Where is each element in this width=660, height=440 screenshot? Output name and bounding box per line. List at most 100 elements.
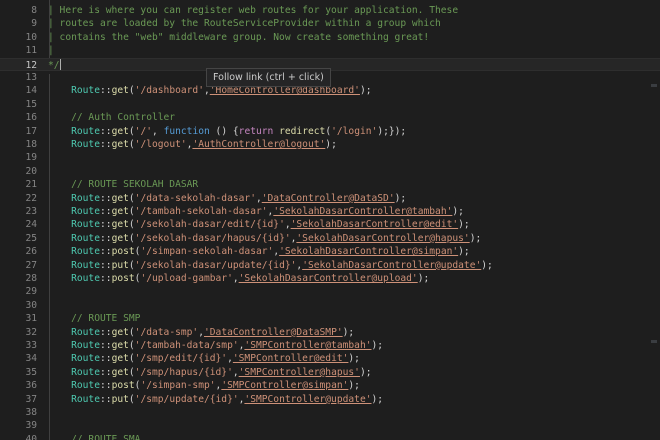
line-code: | bbox=[48, 44, 54, 57]
code-token: post bbox=[111, 273, 135, 284]
controller-link[interactable]: 'SMPController@update' bbox=[244, 394, 371, 405]
controller-link[interactable]: 'DataController@DataSMP' bbox=[204, 327, 343, 338]
line-code: Route::post('/simpan-sekolah-dasar','Sek… bbox=[48, 245, 470, 258]
code-token: */ bbox=[48, 59, 60, 71]
code-line[interactable]: 23 Route::get('/tambah-sekolah-dasar','S… bbox=[0, 205, 660, 218]
code-token: '/sekolah-dasar/edit/{id}' bbox=[134, 219, 285, 231]
controller-link[interactable]: 'HomeController@dashboard' bbox=[210, 85, 360, 96]
code-line[interactable]: 28 Route::post('/upload-gambar','Sekolah… bbox=[0, 272, 660, 285]
controller-link[interactable]: 'SekolahDasarController@tambah' bbox=[273, 206, 452, 217]
controller-link[interactable]: 'SMPController@edit' bbox=[233, 353, 349, 364]
code-line[interactable]: 29 bbox=[0, 285, 660, 298]
code-token: put bbox=[111, 393, 129, 405]
line-code: Route::get('/data-sekolah-dasar','DataCo… bbox=[48, 192, 406, 205]
code-line[interactable]: 9 | routes are loaded by the RouteService… bbox=[0, 17, 660, 30]
code-token: '/simpan-sekolah-dasar' bbox=[140, 246, 274, 258]
code-token: '/data-sekolah-dasar' bbox=[134, 192, 256, 204]
code-line[interactable]: 18 Route::get('/logout','AuthController@… bbox=[0, 138, 660, 151]
code-line[interactable]: 19 bbox=[0, 151, 660, 164]
code-line[interactable]: 38 bbox=[0, 406, 660, 419]
code-line[interactable]: 17 Route::get('/', function () {return r… bbox=[0, 125, 660, 138]
code-line[interactable]: 37 Route::put('/smp/update/{id}','SMPCon… bbox=[0, 393, 660, 406]
code-token: Route bbox=[71, 192, 100, 204]
code-editor[interactable]: 8 | Here is where you can register web ro… bbox=[0, 0, 660, 440]
code-line[interactable]: 21 // ROUTE SEKOLAH DASAR bbox=[0, 178, 660, 191]
code-token: '/' bbox=[134, 125, 152, 137]
controller-link[interactable]: 'AuthController@logout' bbox=[192, 139, 325, 150]
line-number: 40 bbox=[25, 433, 37, 440]
line-number: 31 bbox=[25, 313, 37, 325]
controller-link[interactable]: 'SMPController@hapus' bbox=[239, 367, 360, 378]
code-token: post bbox=[111, 380, 135, 392]
code-token: get bbox=[111, 353, 129, 365]
code-token: function bbox=[163, 125, 210, 137]
code-line[interactable]: 24 Route::get('/sekolah-dasar/edit/{id}'… bbox=[0, 218, 660, 231]
code-line[interactable]: 35 Route::get('/smp/hapus/{id}','SMPCont… bbox=[0, 366, 660, 379]
code-line[interactable]: 34 Route::get('/smp/edit/{id}','SMPContr… bbox=[0, 352, 660, 365]
code-token: Route bbox=[71, 246, 100, 258]
code-token: // Auth Controller bbox=[71, 112, 176, 124]
controller-link[interactable]: 'SekolahDasarController@update' bbox=[302, 260, 481, 271]
line-number: 9 bbox=[31, 18, 37, 30]
code-line[interactable]: 31 // ROUTE SMP bbox=[0, 312, 660, 325]
line-number: 24 bbox=[25, 219, 37, 231]
line-number: 25 bbox=[25, 232, 37, 244]
code-line[interactable]: 26 Route::post('/simpan-sekolah-dasar','… bbox=[0, 245, 660, 258]
code-line[interactable]: 22 Route::get('/data-sekolah-dasar','Dat… bbox=[0, 192, 660, 205]
code-line[interactable]: 30 bbox=[0, 299, 660, 312]
line-number: 14 bbox=[25, 85, 37, 97]
line-code: Route::put('/smp/update/{id}','SMPContro… bbox=[48, 393, 383, 406]
controller-link[interactable]: 'SekolahDasarController@simpan' bbox=[279, 246, 458, 257]
code-line[interactable]: 20 bbox=[0, 165, 660, 178]
code-line[interactable]: 36 Route::post('/simpan-smp','SMPControl… bbox=[0, 379, 660, 392]
code-line[interactable]: 15 bbox=[0, 98, 660, 111]
controller-link[interactable]: 'SekolahDasarController@upload' bbox=[239, 273, 418, 284]
controller-link[interactable]: 'SMPController@tambah' bbox=[244, 340, 371, 351]
code-line[interactable]: 16 // Auth Controller bbox=[0, 111, 660, 124]
code-line[interactable]: 39 bbox=[0, 419, 660, 432]
code-token: '/sekolah-dasar/update/{id}' bbox=[134, 259, 297, 271]
code-token: // ROUTE SMP bbox=[71, 313, 141, 325]
code-token: | contains the "web" middleware group. N… bbox=[48, 31, 430, 43]
controller-link[interactable]: 'SekolahDasarController@edit' bbox=[291, 219, 459, 230]
code-line[interactable]: 25 Route::get('/sekolah-dasar/hapus/{id}… bbox=[0, 232, 660, 245]
line-number: 12 bbox=[25, 59, 37, 71]
code-token: get bbox=[111, 139, 129, 150]
code-token: redirect bbox=[279, 125, 326, 137]
code-line[interactable]: 40 // ROUTE SMA bbox=[0, 433, 660, 440]
line-code: | contains the "web" middleware group. N… bbox=[48, 31, 429, 44]
code-token: Route bbox=[71, 273, 100, 284]
code-token: get bbox=[111, 219, 129, 231]
line-number: 23 bbox=[25, 206, 37, 217]
code-token: :: bbox=[100, 273, 112, 284]
controller-link[interactable]: 'SekolahDasarController@hapus' bbox=[296, 233, 469, 244]
code-token: ); bbox=[325, 139, 337, 150]
code-line[interactable]: 8 | Here is where you can register web ro… bbox=[0, 4, 660, 17]
controller-link[interactable]: 'SMPController@simpan' bbox=[221, 380, 348, 391]
code-token: Route bbox=[71, 366, 100, 378]
code-line[interactable]: 33 Route::get('/tambah-data/smp','SMPCon… bbox=[0, 339, 660, 352]
line-number: 21 bbox=[25, 179, 37, 191]
code-line[interactable]: 27 Route::put('/sekolah-dasar/update/{id… bbox=[0, 259, 660, 272]
line-code: // ROUTE SMP bbox=[48, 312, 140, 325]
code-token: | routes are loaded by the RouteServiceP… bbox=[48, 18, 441, 30]
code-token: Route bbox=[71, 326, 100, 338]
code-token: Route bbox=[71, 393, 100, 405]
code-line[interactable]: 11 | bbox=[0, 44, 660, 57]
code-line[interactable]: 32 Route::get('/data-smp','DataControlle… bbox=[0, 326, 660, 339]
code-token: get bbox=[111, 125, 129, 137]
code-line[interactable]: 10 | contains the "web" middleware group.… bbox=[0, 31, 660, 44]
line-code: // ROUTE SMA bbox=[48, 433, 140, 440]
line-number: 34 bbox=[25, 353, 37, 365]
controller-link[interactable]: 'DataController@DataSD' bbox=[262, 193, 395, 204]
code-token: '/smp/hapus/{id}' bbox=[134, 366, 233, 378]
code-token: :: bbox=[100, 259, 112, 271]
